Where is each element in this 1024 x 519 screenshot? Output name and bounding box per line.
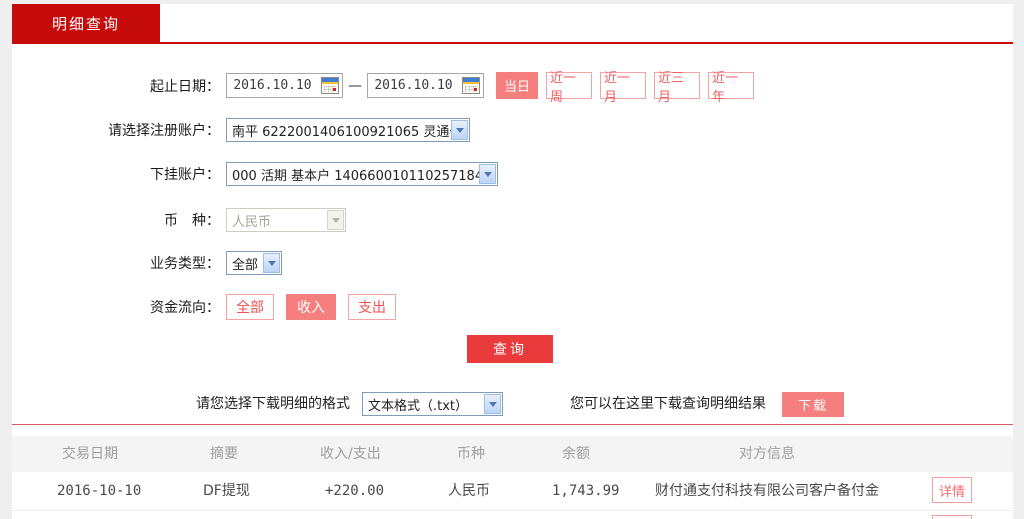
table-row-partial <box>12 511 1013 519</box>
business-type-row: 业务类型： 全部 <box>12 251 282 275</box>
start-date-value: 2016.10.10 <box>233 78 312 93</box>
download-hint-text: 您可以在这里下载查询明细结果 <box>570 396 766 412</box>
cell-balance: 1,743.99 <box>552 483 620 499</box>
download-format-select[interactable]: 文本格式（.txt） <box>362 392 503 416</box>
fund-flow-expense-button[interactable]: 支出 <box>348 293 396 320</box>
header-trade-date: 交易日期 <box>62 446 118 462</box>
business-type-value: 全部 <box>232 257 259 273</box>
quick-range-week-button[interactable]: 近一周 <box>546 71 593 105</box>
register-account-label: 请选择注册账户： <box>108 123 220 139</box>
download-format-label: 请您选择下载明细的格式 <box>196 396 350 412</box>
end-date-value: 2016.10.10 <box>374 78 453 93</box>
calendar-icon[interactable] <box>321 77 339 94</box>
quick-range-year-button[interactable]: 近一年 <box>708 71 755 105</box>
query-button[interactable]: 查询 <box>467 335 553 363</box>
sub-account-label: 下挂账户： <box>150 167 220 183</box>
cell-summary: DF提现 <box>203 483 250 499</box>
cell-counterparty: 财付通支付科技有限公司客户备付金 <box>655 483 879 499</box>
cell-trade-date: 2016-10-10 <box>57 483 142 499</box>
table-header-row: 交易日期 摘要 收入/支出 币种 余额 对方信息 <box>12 436 1013 472</box>
cell-amount: +220.00 <box>325 483 385 499</box>
date-range-row: 起止日期： 2016.10.10 — 2016.10.10 当日 近一周 近一月… <box>12 71 755 105</box>
register-account-row: 请选择注册账户： 南平 6222001406100921065 灵通卡 <box>12 118 470 142</box>
download-format-value: 文本格式（.txt） <box>368 398 469 414</box>
sub-account-select[interactable]: 000 活期 基本户 1406600101102571848 <box>226 162 498 186</box>
end-date-input[interactable]: 2016.10.10 <box>367 73 484 98</box>
quick-range-today-button[interactable]: 当日 <box>496 72 539 99</box>
calendar-icon[interactable] <box>462 77 480 94</box>
header-income-expense: 收入/支出 <box>320 446 381 462</box>
fund-flow-all-button[interactable]: 全部 <box>226 293 274 320</box>
chevron-down-icon <box>263 253 280 273</box>
tab-detail-query[interactable]: 明细查询 <box>12 4 160 42</box>
currency-value: 人民币 <box>232 214 272 230</box>
sub-account-row: 下挂账户： 000 活期 基本户 1406600101102571848 <box>12 162 498 186</box>
results-table-panel: 交易日期 摘要 收入/支出 币种 余额 对方信息 2016-10-10 DF提现… <box>12 425 1013 519</box>
quick-range-3months-button[interactable]: 近三月 <box>654 71 701 105</box>
tab-bar: 明细查询 <box>12 4 1013 44</box>
business-type-select[interactable]: 全部 <box>226 251 282 275</box>
register-account-value: 南平 6222001406100921065 灵通卡 <box>232 124 463 140</box>
chevron-down-icon <box>451 120 468 140</box>
download-button[interactable]: 下载 <box>782 392 844 417</box>
header-counterparty: 对方信息 <box>739 446 795 462</box>
header-summary: 摘要 <box>210 446 238 462</box>
chevron-down-icon <box>327 210 344 230</box>
business-type-label: 业务类型： <box>150 256 220 272</box>
fund-flow-row: 资金流向： 全部 收入 支出 <box>12 293 408 320</box>
detail-button-partial[interactable] <box>932 515 972 519</box>
date-range-label: 起止日期： <box>150 78 220 95</box>
detail-query-page: 明细查询 起止日期： 2016.10.10 — 2016.10.10 当日 近一… <box>0 0 1024 519</box>
fund-flow-label: 资金流向： <box>150 299 220 316</box>
fund-flow-income-button[interactable]: 收入 <box>286 293 336 320</box>
header-currency: 币种 <box>457 446 485 462</box>
currency-label: 币 种： <box>164 213 220 229</box>
currency-row: 币 种： 人民币 <box>12 208 346 232</box>
sub-account-value: 000 活期 基本户 1406600101102571848 <box>232 168 492 184</box>
header-balance: 余额 <box>562 446 590 462</box>
query-form-panel: 起止日期： 2016.10.10 — 2016.10.10 当日 近一周 近一月… <box>12 44 1013 425</box>
table-row: 2016-10-10 DF提现 +220.00 人民币 1,743.99 财付通… <box>12 472 1013 511</box>
start-date-input[interactable]: 2016.10.10 <box>226 73 343 98</box>
date-range-separator: — <box>348 77 362 94</box>
chevron-down-icon <box>479 164 496 184</box>
chevron-down-icon <box>484 394 501 414</box>
detail-button[interactable]: 详情 <box>932 477 972 503</box>
cell-currency: 人民币 <box>448 483 490 499</box>
quick-range-month-button[interactable]: 近一月 <box>600 71 647 105</box>
currency-select: 人民币 <box>226 208 346 232</box>
download-row: 请您选择下载明细的格式 文本格式（.txt） 您可以在这里下载查询明细结果 下载 <box>12 391 1013 417</box>
register-account-select[interactable]: 南平 6222001406100921065 灵通卡 <box>226 118 470 142</box>
